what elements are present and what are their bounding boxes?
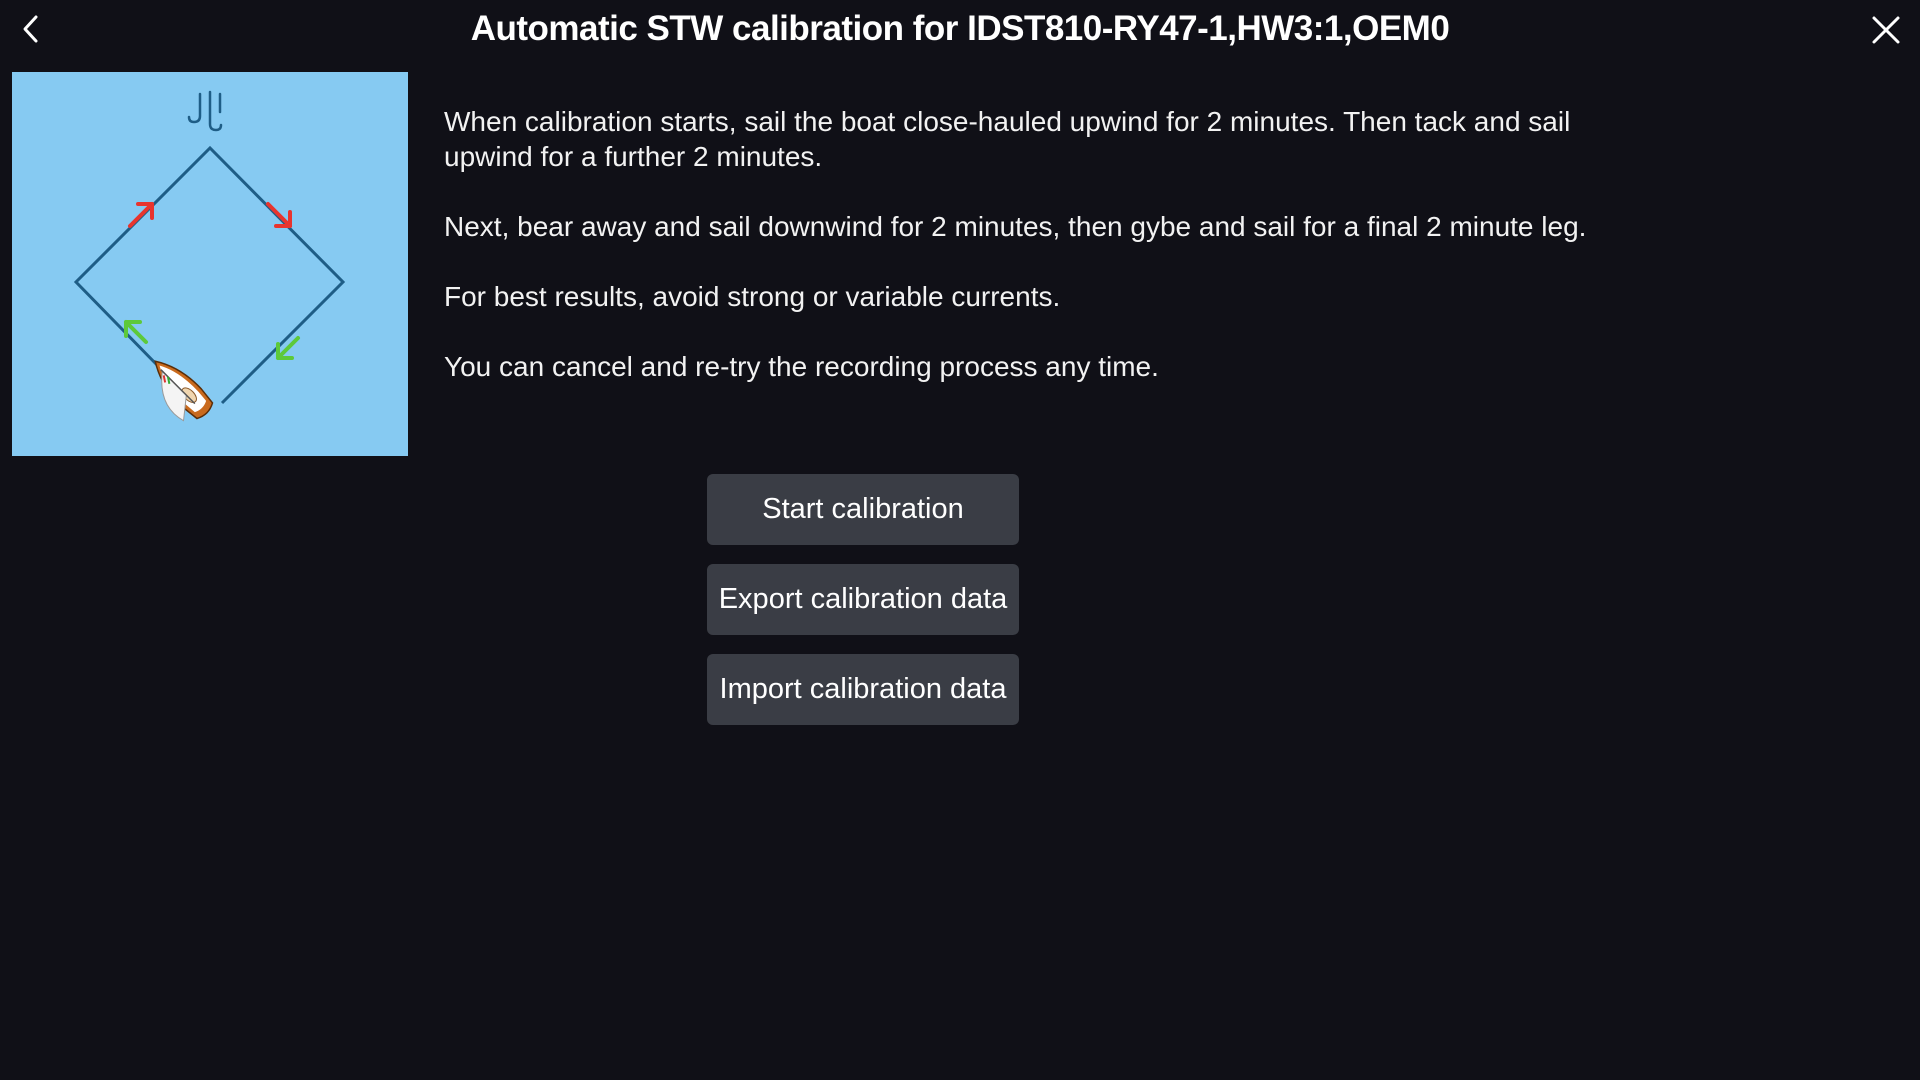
instruction-upwind: When calibration starts, sail the boat c… — [444, 106, 1571, 172]
course-path — [73, 145, 346, 405]
title-bar: Automatic STW calibration for IDST810-RY… — [0, 0, 1920, 62]
downwind-arrow-left — [124, 320, 148, 344]
instruction-downwind: Next, bear away and sail downwind for 2 … — [444, 211, 1587, 242]
instructions-text: When calibration starts, sail the boat c… — [444, 104, 1594, 419]
calibration-screen: Automatic STW calibration for IDST810-RY… — [0, 0, 1920, 1080]
close-icon — [1872, 16, 1900, 44]
close-button[interactable] — [1864, 8, 1908, 52]
upwind-arrow-right — [266, 202, 292, 228]
calibration-course-illustration — [12, 72, 408, 456]
upwind-arrow-left — [128, 202, 154, 228]
calibration-actions: Start calibration Export calibration dat… — [707, 474, 1019, 744]
export-calibration-data-button[interactable]: Export calibration data — [707, 564, 1019, 635]
wind-icon — [187, 90, 223, 132]
boat-icon — [154, 360, 214, 422]
calibration-course-diagram — [73, 90, 346, 422]
start-calibration-button[interactable]: Start calibration — [707, 474, 1019, 545]
import-calibration-data-button[interactable]: Import calibration data — [707, 654, 1019, 725]
instruction-cancel: You can cancel and re-try the recording … — [444, 351, 1159, 382]
instruction-currents: For best results, avoid strong or variab… — [444, 281, 1061, 312]
page-title: Automatic STW calibration for IDST810-RY… — [470, 9, 1450, 48]
downwind-arrow-right — [276, 336, 300, 360]
